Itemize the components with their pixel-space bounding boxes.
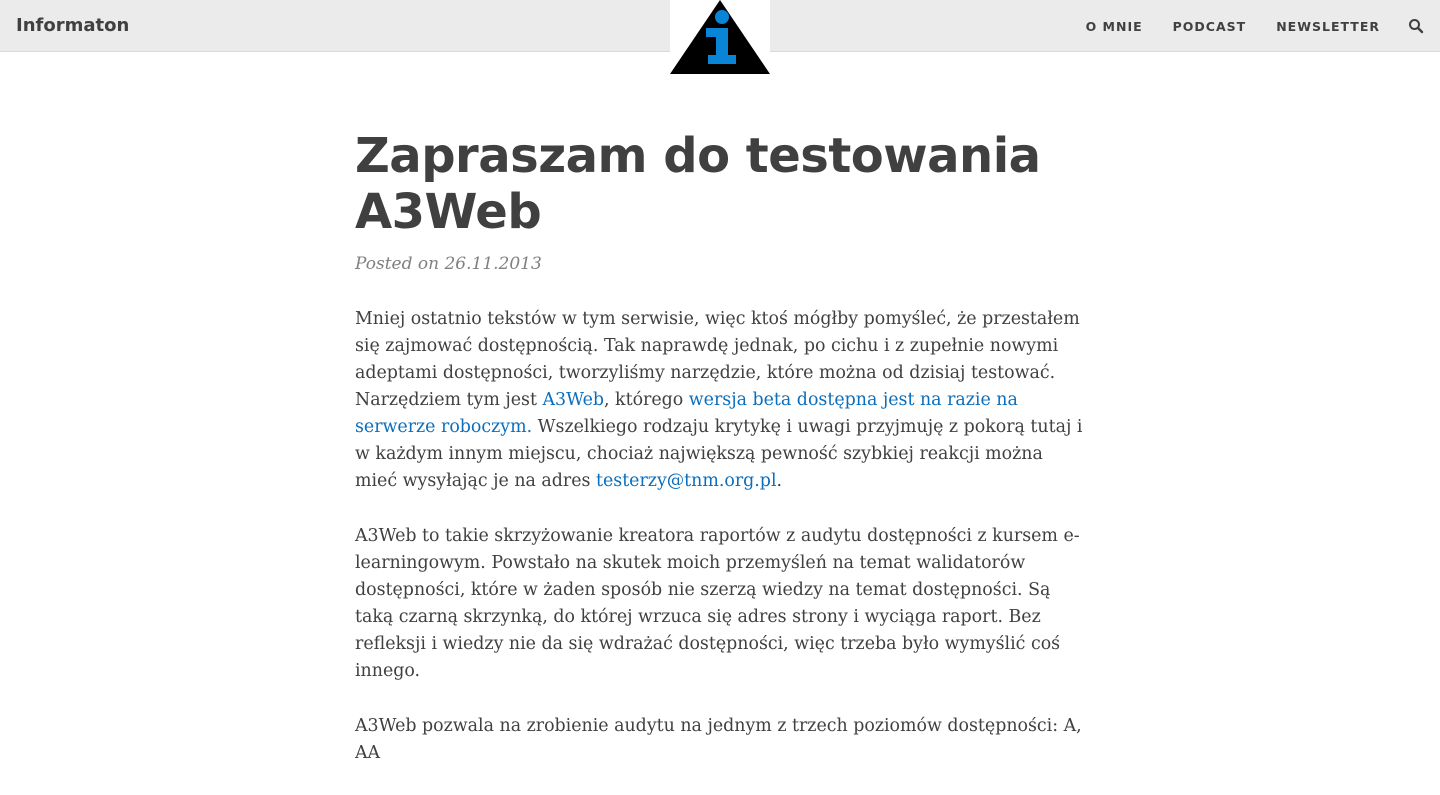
a3web-link[interactable]: A3Web	[542, 390, 604, 410]
post-paragraph-3: A3Web pozwala na zrobienie audytu na jed…	[355, 716, 1082, 763]
nav-link-newsletter[interactable]: NEWSLETTER	[1276, 19, 1380, 34]
paragraph-text: , którego	[604, 390, 689, 410]
post-date: Posted on 26.11.2013	[355, 254, 542, 274]
post-paragraph-1: Mniej ostatnio tekstów w tym serwisie, w…	[355, 306, 1087, 495]
post-body: Mniej ostatnio tekstów w tym serwisie, w…	[355, 306, 1087, 767]
post-paragraph-2: A3Web to takie skrzyżowanie kreatora rap…	[355, 526, 1080, 681]
paragraph-text: .	[776, 471, 783, 491]
post-title: Zapraszam do testowania A3Web	[355, 128, 1041, 240]
logo-graphic	[670, 0, 770, 74]
testers-email-link[interactable]: testerzy@tnm.org.pl	[596, 471, 777, 491]
site-brand-link[interactable]: Informaton	[16, 15, 129, 37]
search-icon[interactable]	[1408, 18, 1424, 34]
top-navbar: Informaton O MNIE PODCAST NEWSLETTER	[0, 0, 1440, 76]
info-triangle-logo[interactable]	[670, 0, 770, 76]
main-nav: O MNIE PODCAST NEWSLETTER	[1056, 0, 1380, 52]
post-article: Zapraszam do testowania A3Web Posted on …	[355, 128, 1087, 795]
nav-link-o-mnie[interactable]: O MNIE	[1086, 19, 1143, 34]
nav-link-podcast[interactable]: PODCAST	[1173, 19, 1247, 34]
